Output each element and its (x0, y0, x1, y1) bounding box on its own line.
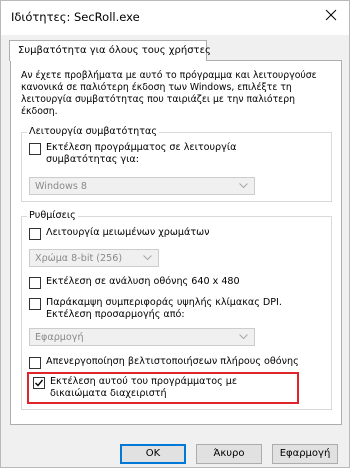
chevron-down-icon (239, 334, 248, 340)
fullscreen-label: Απενεργοποίηση βελτιστοποιήσεων πλήρους … (46, 356, 299, 367)
dpi-label: Παράκαμψη συμπεριφοράς υψηλής κλίμακας D… (46, 297, 282, 320)
os-version-value: Windows 8 (35, 181, 87, 192)
reduced-color-checkbox[interactable] (29, 228, 41, 240)
cancel-button[interactable]: Άκυρο (196, 444, 262, 464)
compat-mode-checkbox[interactable] (29, 143, 41, 155)
chevron-down-icon (143, 255, 152, 261)
dpi-checkbox[interactable] (29, 298, 41, 310)
compat-mode-row: Εκτέλεση προγράμματος σε λειτουργία συμβ… (29, 142, 299, 166)
window-title: Ιδιότητες: SecRoll.exe (11, 10, 140, 24)
dpi-row: Παράκαμψη συμπεριφοράς υψηλής κλίμακας D… (29, 297, 289, 321)
reduced-color-row: Λειτουργία μειωμένων χρωμάτων (29, 227, 309, 240)
resolution-row: Εκτέλεση σε ανάλυση οθόνης 640 x 480 (29, 276, 309, 289)
scaling-value: Εφαρμογή (35, 332, 84, 343)
settings-group-title: Ρυθμίσεις (27, 210, 78, 221)
tab-panel: Αν έχετε προβλήματα με αυτό το πρόγραμμα… (10, 60, 342, 425)
resolution-label: Εκτέλεση σε ανάλυση οθόνης 640 x 480 (46, 276, 240, 287)
title-bar: Ιδιότητες: SecRoll.exe (1, 1, 349, 35)
chevron-down-icon (239, 183, 248, 189)
scaling-select[interactable]: Εφαρμογή (29, 328, 255, 346)
fullscreen-checkbox[interactable] (29, 357, 41, 369)
reduced-color-label: Λειτουργία μειωμένων χρωμάτων (46, 227, 210, 238)
apply-button[interactable]: Εφαρμογή (272, 444, 338, 464)
compat-mode-label: Εκτέλεση προγράμματος σε λειτουργία συμβ… (46, 142, 237, 165)
color-mode-value: Χρώμα 8-bit (256) (35, 253, 123, 264)
os-version-select[interactable]: Windows 8 (29, 177, 255, 195)
close-icon[interactable] (323, 7, 339, 23)
resolution-checkbox[interactable] (29, 277, 41, 289)
intro-text: Αν έχετε προβλήματα με αυτό το πρόγραμμα… (21, 70, 317, 117)
properties-dialog: Ιδιότητες: SecRoll.exe Συμβατότητα για ό… (0, 0, 350, 468)
fullscreen-row: Απενεργοποίηση βελτιστοποιήσεων πλήρους … (29, 356, 319, 369)
tab-compatibility-all-users[interactable]: Συμβατότητα για όλους τους χρήστες (9, 40, 211, 61)
ok-button[interactable]: OK (120, 444, 186, 464)
compat-mode-group-title: Λειτουργία συμβατότητας (27, 126, 159, 137)
color-mode-select[interactable]: Χρώμα 8-bit (256) (29, 249, 159, 267)
tab-label: Συμβατότητα για όλους τους χρήστες (18, 45, 211, 56)
highlight-box (27, 372, 299, 404)
